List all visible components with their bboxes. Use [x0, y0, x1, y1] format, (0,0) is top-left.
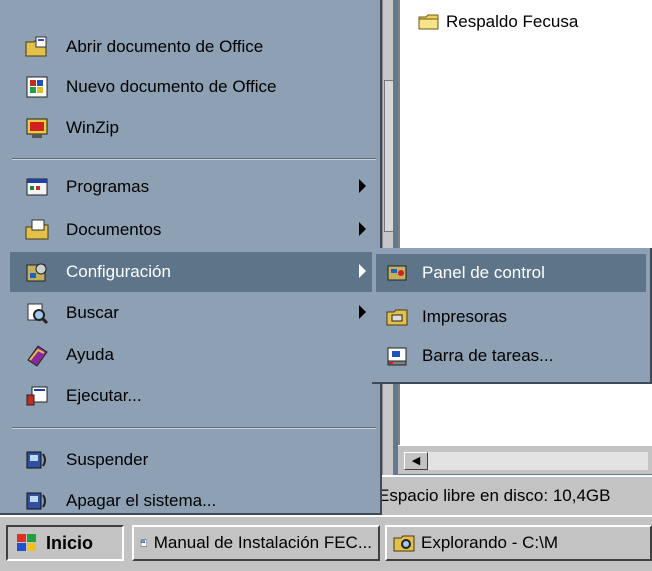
menu-item-label: Ejecutar...: [66, 386, 142, 405]
submenu-arrow-icon: [359, 222, 366, 236]
open-office-document-icon: [25, 36, 47, 57]
submenu-item-label: Impresoras: [422, 307, 508, 326]
menu-item-label: Documentos: [66, 220, 162, 239]
submenu-arrow-icon: [359, 179, 366, 193]
taskbar-settings-icon: [387, 347, 407, 366]
menu-item-new-office-document[interactable]: Nuevo documento de Office: [10, 67, 378, 107]
submenu-item-printers[interactable]: Impresoras: [376, 298, 646, 336]
free-space-status: Espacio libre en disco: 10,4GB: [378, 486, 611, 505]
menu-item-settings[interactable]: Configuración: [10, 252, 378, 292]
settings-icon: [26, 263, 47, 282]
control-panel-icon: [387, 265, 407, 281]
taskbar-button-word-document[interactable]: W Manual de Instalación FEC...: [132, 525, 380, 561]
scroll-left-button[interactable]: ◀: [404, 452, 428, 470]
submenu-item-control-panel[interactable]: Panel de control: [376, 254, 646, 292]
menu-item-open-office-document[interactable]: Abrir documento de Office: [10, 27, 378, 67]
run-icon: [26, 386, 48, 406]
menu-item-label: Abrir documento de Office: [66, 37, 264, 56]
shutdown-icon: [26, 492, 46, 510]
menu-item-label: Apagar el sistema...: [66, 491, 217, 510]
winzip-icon: [26, 118, 48, 138]
start-button-label: Inicio: [46, 532, 94, 553]
taskbar: Inicio W Manual de Instalación FEC... Ex…: [0, 515, 652, 571]
submenu-arrow-icon: [359, 264, 366, 278]
menu-item-help[interactable]: Ayuda: [10, 335, 378, 375]
menu-item-winzip[interactable]: WinZip: [10, 108, 378, 148]
programs-icon: [26, 178, 48, 196]
windows-logo-icon: [17, 534, 36, 551]
taskbar-button-label: Explorando - C:\M: [421, 533, 558, 552]
folder-icon: [418, 14, 439, 30]
menu-separator: [12, 158, 376, 160]
menu-item-label: Suspender: [66, 450, 149, 469]
suspend-icon: [26, 451, 46, 469]
printers-folder-icon: [386, 309, 408, 326]
settings-submenu: Panel de control Impresoras Barra de tar…: [372, 248, 652, 384]
scrollbar-thumb[interactable]: [384, 80, 394, 232]
tree-vertical-scrollbar[interactable]: [382, 0, 394, 485]
file-pane-horizontal-scrollbar[interactable]: ◀: [398, 445, 652, 474]
submenu-item-label: Barra de tareas...: [422, 346, 554, 365]
help-icon: [27, 345, 48, 367]
menu-item-search[interactable]: Buscar: [10, 293, 378, 333]
menu-item-label: WinZip: [66, 118, 119, 137]
menu-separator: [12, 427, 376, 429]
svg-text:W: W: [142, 540, 145, 544]
start-button[interactable]: Inicio: [6, 525, 124, 561]
menu-item-documents[interactable]: Documentos: [10, 210, 378, 250]
menu-item-run[interactable]: Ejecutar...: [10, 376, 378, 416]
folder-label: Respaldo Fecusa: [446, 12, 579, 31]
submenu-item-taskbar[interactable]: Barra de tareas...: [376, 337, 646, 375]
submenu-item-label: Panel de control: [422, 263, 545, 282]
new-office-document-icon: [26, 76, 48, 98]
menu-item-label: Configuración: [66, 262, 171, 281]
documents-icon: [25, 219, 49, 240]
menu-item-label: Nuevo documento de Office: [66, 77, 277, 96]
explorer-icon: [393, 535, 415, 552]
menu-item-label: Programas: [66, 177, 150, 196]
menu-item-label: Ayuda: [66, 345, 114, 364]
search-icon: [27, 303, 49, 325]
start-menu: Abrir documento de Office Nuevo document…: [0, 0, 382, 515]
word-document-icon: W: [140, 540, 147, 547]
scrollbar-track[interactable]: [428, 452, 648, 470]
status-bar: Espacio libre en disco: 10,4GB: [372, 475, 652, 517]
folder-list-item[interactable]: Respaldo Fecusa: [418, 10, 578, 34]
taskbar-button-explorer[interactable]: Explorando - C:\M: [385, 525, 652, 561]
taskbar-button-label: Manual de Instalación FEC...: [153, 533, 372, 552]
menu-item-label: Buscar: [66, 303, 119, 322]
menu-item-suspend[interactable]: Suspender: [10, 440, 378, 480]
menu-item-programs[interactable]: Programas: [10, 167, 378, 207]
submenu-arrow-icon: [359, 305, 366, 319]
